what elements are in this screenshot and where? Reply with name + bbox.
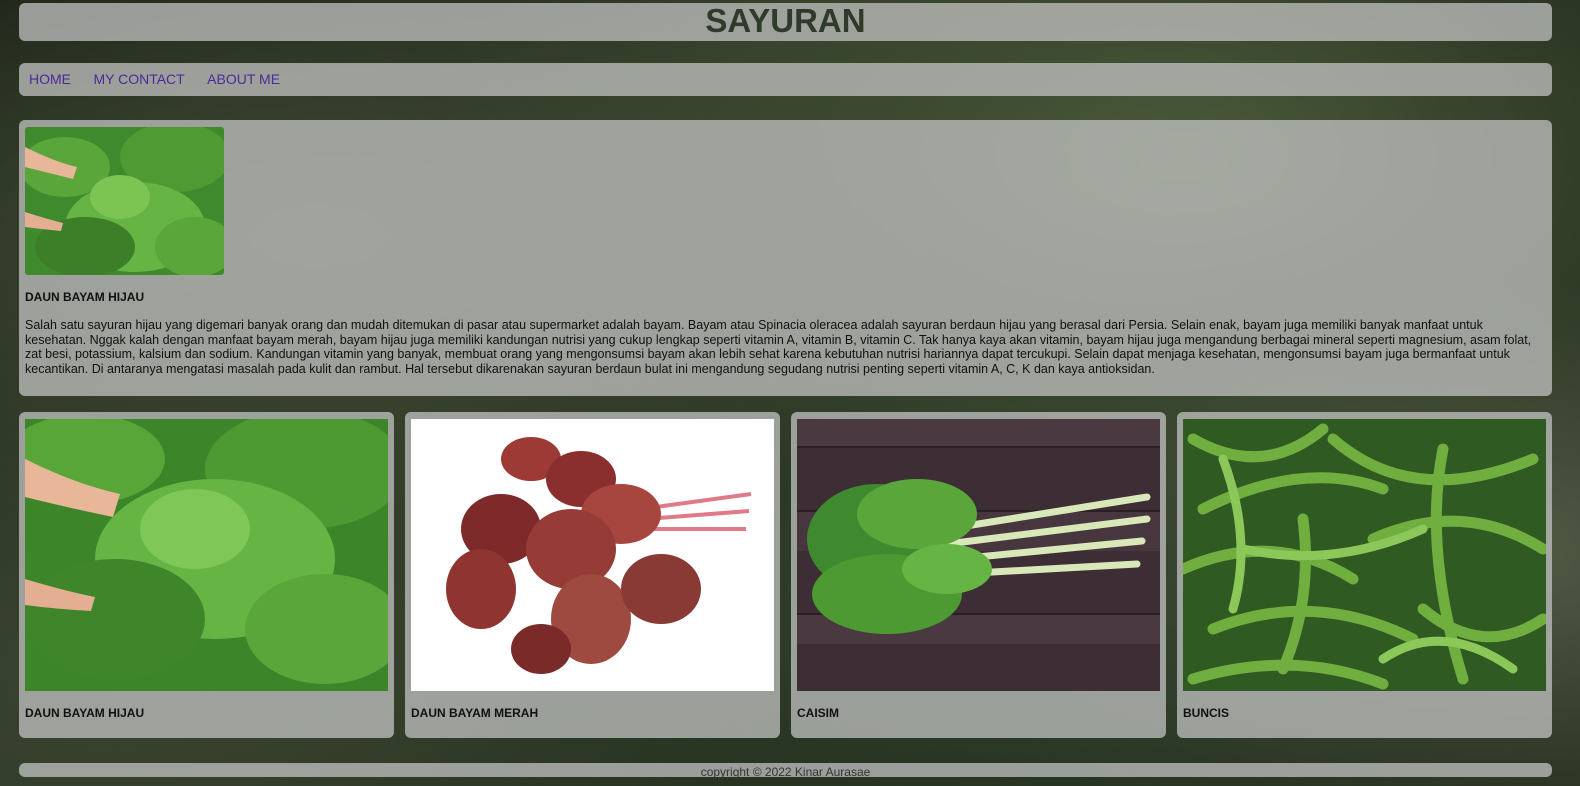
page-title: SAYURAN: [705, 2, 866, 39]
featured-description: Salah satu sayuran hijau yang digemari b…: [25, 318, 1532, 376]
card-image: [1183, 419, 1546, 691]
card-caisim[interactable]: CAISIM: [791, 412, 1166, 738]
nav-about-me[interactable]: ABOUT ME: [207, 63, 280, 96]
card-image: [411, 419, 774, 691]
featured-image: [25, 127, 224, 275]
nav-my-contact[interactable]: MY CONTACT: [93, 63, 184, 96]
card-title: BUNCIS: [1183, 706, 1230, 720]
copyright-text: copyright © 2022 Kinar Aurasae: [700, 765, 871, 779]
card-bayam-merah[interactable]: DAUN BAYAM MERAH: [405, 412, 780, 738]
nav-home[interactable]: HOME: [29, 63, 71, 96]
card-title: DAUN BAYAM MERAH: [411, 706, 539, 720]
card-title: CAISIM: [797, 706, 839, 720]
card-bayam-hijau[interactable]: DAUN BAYAM HIJAU: [19, 412, 394, 738]
header: SAYURAN: [19, 3, 1552, 41]
featured-article: DAUN BAYAM HIJAU Salah satu sayuran hija…: [19, 120, 1552, 396]
card-title: DAUN BAYAM HIJAU: [25, 706, 145, 720]
card-image: [797, 419, 1160, 691]
card-image: [25, 419, 388, 691]
footer: copyright © 2022 Kinar Aurasae: [19, 763, 1552, 779]
card-buncis[interactable]: BUNCIS: [1177, 412, 1552, 738]
featured-title: DAUN BAYAM HIJAU: [25, 290, 145, 304]
nav-bar: HOME MY CONTACT ABOUT ME: [19, 63, 1552, 96]
